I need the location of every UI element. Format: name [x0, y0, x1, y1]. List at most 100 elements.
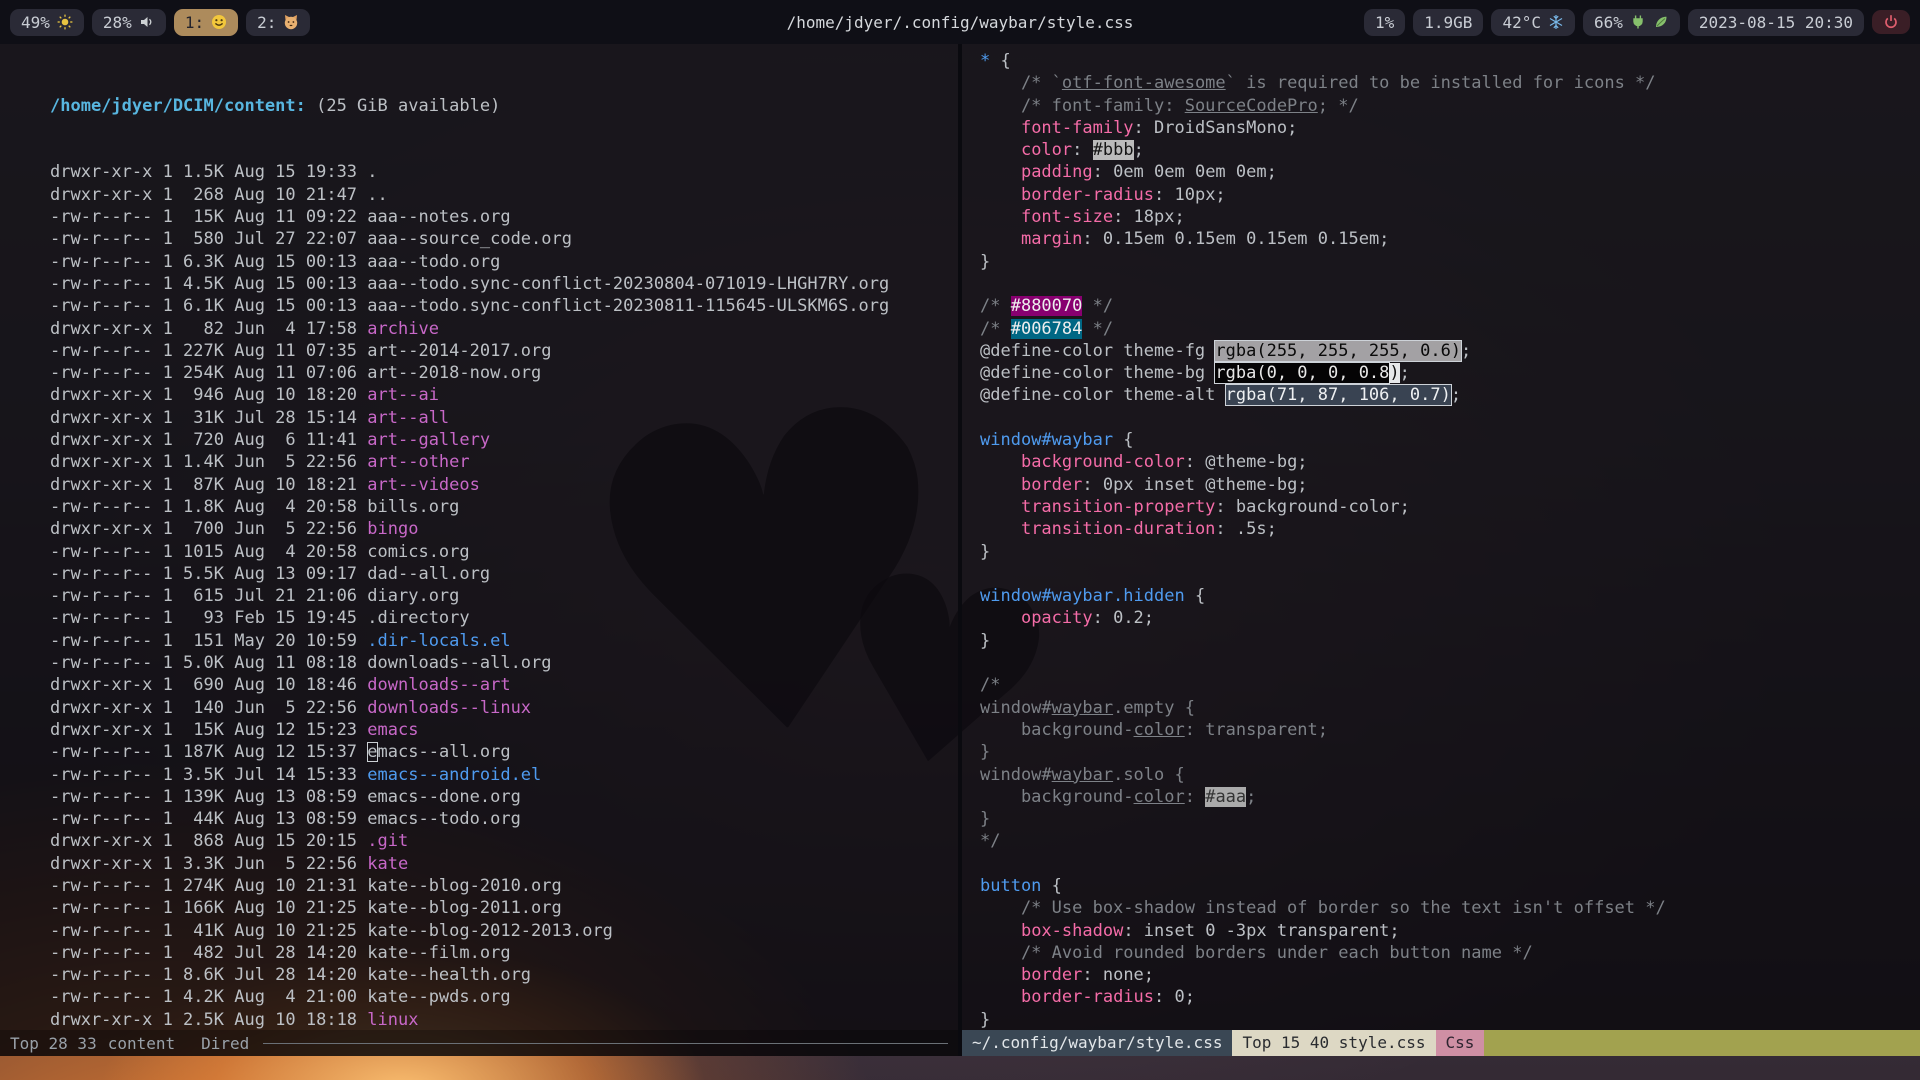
battery-module: 66%: [1583, 9, 1680, 36]
workspace-1[interactable]: 1:: [174, 9, 238, 36]
dired-filename[interactable]: bingo: [367, 519, 418, 539]
dired-cursor: e: [367, 742, 377, 762]
code-lines[interactable]: * { /* `otf-font-awesome` is required to…: [962, 44, 1920, 1030]
code-line: font-size: 18px;: [980, 206, 1920, 228]
dired-filename[interactable]: emacs--todo.org: [367, 809, 521, 829]
code-line: /* #880070 */: [980, 295, 1920, 317]
dired-row: -rw-r--r-- 1 482 Jul 28 14:20 kate--film…: [50, 942, 958, 964]
code-modeline: ~/.config/waybar/style.css Top 15 40 sty…: [962, 1030, 1920, 1056]
dired-filename[interactable]: emacs--android.el: [367, 765, 541, 785]
code-line: }: [980, 251, 1920, 273]
dired-filename[interactable]: .git: [367, 831, 408, 851]
dired-row: drwxr-xr-x 1 3.3K Jun 5 22:56 kate: [50, 853, 958, 875]
dired-filename[interactable]: kate: [367, 854, 408, 874]
dired-filename[interactable]: emacs--all.org: [367, 742, 510, 762]
dired-filename[interactable]: .dir-locals.el: [367, 631, 510, 651]
dired-header: /home/jdyer/DCIM/content: (25 GiB availa…: [50, 95, 958, 117]
code-window[interactable]: * { /* `otf-font-awesome` is required to…: [958, 44, 1920, 1056]
dired-filename[interactable]: art--videos: [367, 475, 480, 495]
dired-filename[interactable]: art--2018-now.org: [367, 363, 541, 383]
dired-filename[interactable]: downloads--linux: [367, 698, 531, 718]
code-line: box-shadow: inset 0 -3px transparent;: [980, 920, 1920, 942]
dired-filename[interactable]: archive: [367, 319, 439, 339]
code-line: window#waybar.solo {: [980, 764, 1920, 786]
modeline-fill: [1484, 1030, 1920, 1056]
code-line: margin: 0.15em 0.15em 0.15em 0.15em;: [980, 228, 1920, 250]
dired-filename[interactable]: ..: [367, 185, 387, 205]
code-line: }: [980, 630, 1920, 652]
dired-filename[interactable]: art--2014-2017.org: [367, 341, 551, 361]
dired-filename[interactable]: bills.org: [367, 497, 459, 517]
sun-icon: [57, 14, 73, 30]
dired-filename[interactable]: emacs: [367, 720, 418, 740]
dired-row: -rw-r--r-- 1 8.6K Jul 28 14:20 kate--hea…: [50, 964, 958, 986]
dired-filename[interactable]: .: [367, 162, 377, 182]
code-line: /*: [980, 674, 1920, 696]
code-line: * {: [980, 50, 1920, 72]
dired-filename[interactable]: kate--pwds.org: [367, 987, 510, 1007]
dired-filename[interactable]: linux: [367, 1010, 418, 1030]
dired-filename[interactable]: diary.org: [367, 586, 459, 606]
dired-filename[interactable]: art--ai: [367, 385, 439, 405]
dired-filename[interactable]: aaa--todo.sync-conflict-20230804-071019-…: [367, 274, 889, 294]
dired-row: -rw-r--r-- 1 44K Aug 13 08:59 emacs--tod…: [50, 808, 958, 830]
brightness-value: 49%: [21, 13, 50, 32]
dired-row: drwxr-xr-x 1 82 Jun 4 17:58 archive: [50, 318, 958, 340]
dired-filename[interactable]: emacs--done.org: [367, 787, 521, 807]
dired-modeline: Top 28 33 content Dired: [0, 1030, 958, 1056]
waybar: /home/jdyer/.config/waybar/style.css 49%…: [0, 0, 1920, 44]
dired-major-mode: Dired: [201, 1034, 249, 1053]
code-line: [980, 273, 1920, 295]
dired-filename[interactable]: kate--film.org: [367, 943, 510, 963]
code-line: window#waybar.hidden {: [980, 585, 1920, 607]
code-line: background-color: #aaa;: [980, 786, 1920, 808]
code-line: [980, 652, 1920, 674]
dired-filename[interactable]: aaa--notes.org: [367, 207, 510, 227]
code-line: [980, 563, 1920, 585]
dired-filename[interactable]: art--gallery: [367, 430, 490, 450]
memory-value: 1.9GB: [1424, 13, 1472, 32]
code-line: [980, 407, 1920, 429]
dired-list[interactable]: /home/jdyer/DCIM/content: (25 GiB availa…: [0, 44, 958, 1030]
clock-module[interactable]: 2023-08-15 20:30: [1688, 9, 1864, 36]
code-line: }: [980, 808, 1920, 830]
dired-filename[interactable]: downloads--art: [367, 675, 510, 695]
dired-filename[interactable]: aaa--source_code.org: [367, 229, 572, 249]
dired-row: -rw-r--r-- 1 6.1K Aug 15 00:13 aaa--todo…: [50, 295, 958, 317]
dired-filename[interactable]: downloads--all.org: [367, 653, 551, 673]
dired-free-space: (25 GiB available): [306, 96, 500, 116]
code-line: transition-duration: .5s;: [980, 518, 1920, 540]
dired-row: -rw-r--r-- 1 139K Aug 13 08:59 emacs--do…: [50, 786, 958, 808]
volume-value: 28%: [103, 13, 132, 32]
dired-filename[interactable]: art--other: [367, 452, 469, 472]
emacs-frame: /home/jdyer/DCIM/content: (25 GiB availa…: [0, 44, 1920, 1056]
text-cursor: ): [1389, 363, 1399, 383]
dired-filename[interactable]: kate--blog-2012-2013.org: [367, 921, 613, 941]
dired-row: -rw-r--r-- 1 187K Aug 12 15:37 emacs--al…: [50, 741, 958, 763]
dired-row: -rw-r--r-- 1 151 May 20 10:59 .dir-local…: [50, 630, 958, 652]
dired-filename[interactable]: kate--blog-2010.org: [367, 876, 561, 896]
code-line: opacity: 0.2;: [980, 607, 1920, 629]
volume-module[interactable]: 28%: [92, 9, 166, 36]
dired-window[interactable]: /home/jdyer/DCIM/content: (25 GiB availa…: [0, 44, 958, 1056]
dired-filename[interactable]: aaa--todo.sync-conflict-20230811-115645-…: [367, 296, 889, 316]
dired-filename[interactable]: aaa--todo.org: [367, 252, 500, 272]
code-line: border: none;: [980, 964, 1920, 986]
dired-filename[interactable]: dad--all.org: [367, 564, 490, 584]
dired-filename[interactable]: .directory: [367, 608, 469, 628]
dired-filename[interactable]: comics.org: [367, 542, 469, 562]
modeline-position: Top 15 40 style.css: [1232, 1030, 1435, 1056]
dired-filename[interactable]: kate--blog-2011.org: [367, 898, 561, 918]
dired-filename[interactable]: kate--health.org: [367, 965, 531, 985]
dired-filename[interactable]: art--all: [367, 408, 449, 428]
power-module[interactable]: [1872, 10, 1910, 34]
dired-row: -rw-r--r-- 1 93 Feb 15 19:45 .directory: [50, 607, 958, 629]
code-line: padding: 0em 0em 0em 0em;: [980, 161, 1920, 183]
workspace-2[interactable]: 2:: [246, 9, 310, 36]
dired-row: -rw-r--r-- 1 6.3K Aug 15 00:13 aaa--todo…: [50, 251, 958, 273]
dired-row: drwxr-xr-x 1 15K Aug 12 15:23 emacs: [50, 719, 958, 741]
waybar-right-modules: 1% 1.9GB 42°C 66% 2023-08-15 20:30: [1360, 9, 1914, 36]
workspace-1-label: 1:: [185, 13, 204, 32]
brightness-module[interactable]: 49%: [10, 9, 84, 36]
code-line: border: 0px inset @theme-bg;: [980, 474, 1920, 496]
